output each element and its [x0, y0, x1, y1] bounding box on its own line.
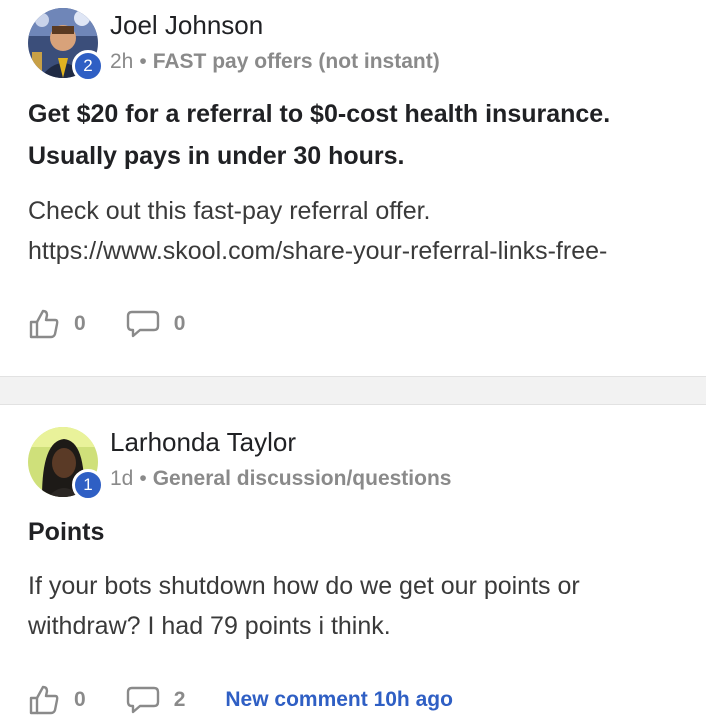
post-actions: 0 0 — [28, 307, 185, 341]
post-card[interactable]: 1 Larhonda Taylor 1d • General discussion/… — [0, 405, 706, 720]
comment-count: 0 — [173, 312, 186, 335]
comment-bubble-icon — [126, 310, 159, 338]
comment-bubble-icon — [126, 686, 159, 714]
post-body-line: withdraw? I had 79 points i think. — [28, 612, 391, 640]
post-body-line: https://www.skool.com/share-your-referra… — [28, 237, 608, 265]
author-avatar[interactable]: 1 — [28, 427, 104, 501]
thumbs-up-icon — [29, 685, 59, 715]
comment-count: 2 — [173, 688, 186, 711]
post-meta: 1d • General discussion/questions — [110, 467, 451, 491]
like-button[interactable]: 0 — [28, 684, 86, 716]
post-actions: 0 2 New comment 10h ago — [28, 683, 453, 717]
post-body-line: Check out this fast-pay referral offer. — [28, 197, 431, 225]
post-card[interactable]: 2 Joel Johnson 2h • FAST pay offers (not i… — [0, 0, 706, 376]
post-meta: 2h • FAST pay offers (not instant) — [110, 50, 440, 74]
post-time: 2h — [110, 50, 134, 73]
post-title[interactable]: Get $20 for a referral to $0-cost health… — [28, 93, 688, 177]
comment-button[interactable]: 0 — [126, 308, 186, 340]
post-divider — [0, 376, 706, 405]
post-title-line: Get $20 for a referral to $0-cost health… — [28, 100, 611, 128]
post-time: 1d — [110, 467, 134, 490]
level-badge: 2 — [72, 50, 104, 82]
post-category[interactable]: FAST pay offers (not instant) — [153, 50, 440, 73]
thumbs-up-icon — [29, 309, 59, 339]
new-comment-link[interactable]: New comment 10h ago — [225, 688, 453, 712]
post-body[interactable]: Check out this fast-pay referral offer. … — [28, 191, 698, 271]
like-count: 0 — [74, 688, 86, 711]
post-body-line: If your bots shutdown how do we get our … — [28, 572, 580, 600]
author-name[interactable]: Larhonda Taylor — [110, 427, 296, 458]
author-name[interactable]: Joel Johnson — [110, 10, 263, 41]
meta-separator: • — [139, 467, 147, 490]
post-title-line: Points — [28, 518, 105, 546]
like-count: 0 — [74, 312, 86, 335]
author-avatar[interactable]: 2 — [28, 8, 104, 82]
post-title[interactable]: Points — [28, 511, 688, 553]
post-body[interactable]: If your bots shutdown how do we get our … — [28, 566, 698, 646]
like-button[interactable]: 0 — [28, 308, 86, 340]
post-title-line: Usually pays in under 30 hours. — [28, 142, 405, 170]
comment-button[interactable]: 2 — [126, 684, 186, 716]
level-badge: 1 — [72, 469, 104, 501]
post-category[interactable]: General discussion/questions — [153, 467, 452, 490]
meta-separator: • — [139, 50, 147, 73]
